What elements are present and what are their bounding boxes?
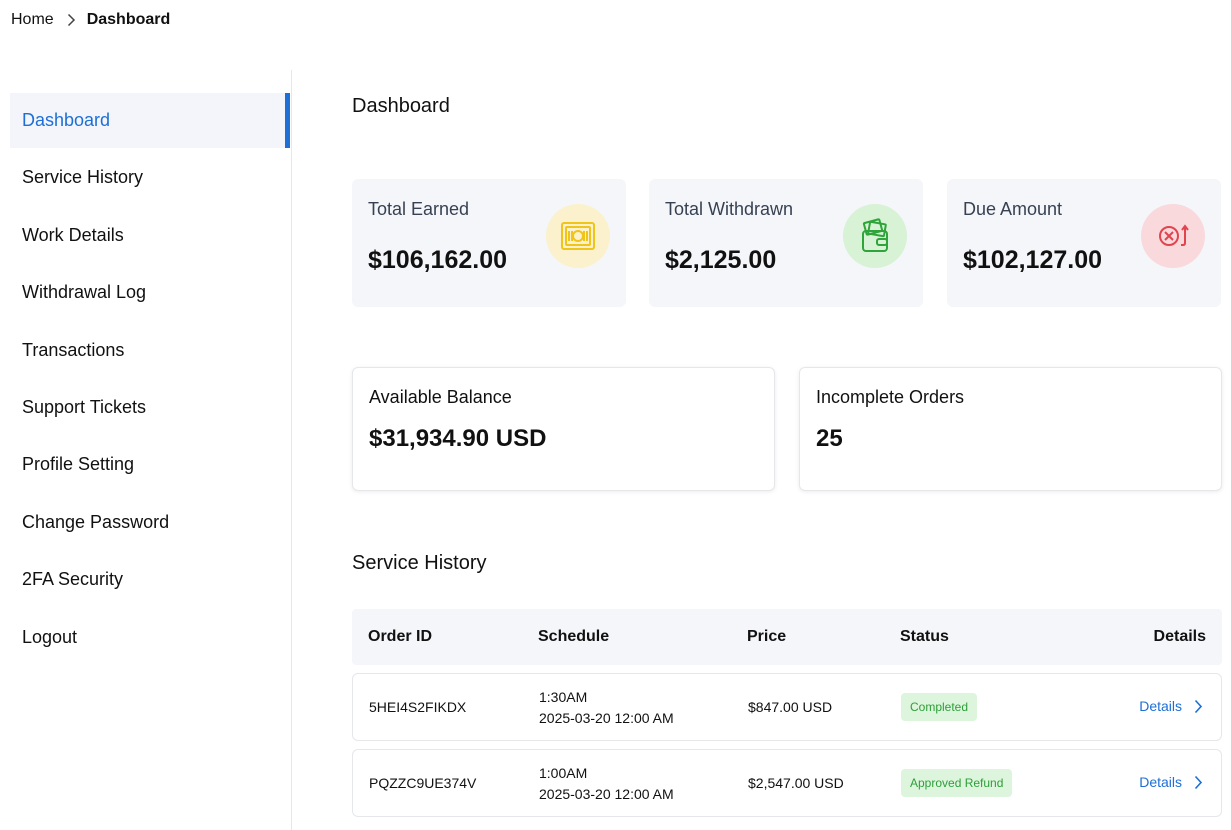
stat-value: $102,127.00 [963,246,1103,274]
column-header-details: Details [1153,628,1206,645]
schedule: 1:30AM 2025-03-20 12:00 AM [539,687,674,729]
schedule-time: 1:00AM [539,765,588,781]
breadcrumb-current: Dashboard [86,11,171,28]
sidebar-item-withdrawal-log[interactable]: Withdrawal Log [10,265,290,320]
service-history-title: Service History [352,552,487,574]
status-badge: Completed [901,693,978,721]
chevron-right-icon [1194,775,1203,790]
details-link[interactable]: Details [1139,774,1203,790]
chevron-right-icon [1194,699,1203,714]
details-label: Details [1139,698,1182,714]
column-header-schedule: Schedule [538,628,610,645]
sidebar-item-transactions[interactable]: Transactions [10,323,290,378]
balance-value: $31,934.90 USD [369,425,547,452]
schedule-date: 2025-03-20 12:00 AM [539,786,674,802]
sidebar-item-change-password[interactable]: Change Password [10,495,290,550]
stat-card-total-earned: Total Earned $106,162.00 [352,179,626,307]
order-id: PQZZC9UE374V [369,775,477,791]
table-header: Order ID Schedule Price Status Details [352,609,1222,665]
stat-label: Due Amount [963,199,1063,219]
stat-card-total-withdrawn: Total Withdrawn $2,125.00 [649,179,923,307]
details-link[interactable]: Details [1139,698,1203,714]
schedule-date: 2025-03-20 12:00 AM [539,710,674,726]
sidebar-item-profile-setting[interactable]: Profile Setting [10,437,290,492]
column-header-price: Price [747,628,787,645]
column-header-status: Status [900,628,949,645]
incomplete-orders-card: Incomplete Orders 25 [799,367,1222,491]
cash-icon [546,204,610,268]
stat-value: $106,162.00 [368,246,508,274]
breadcrumb: Home Dashboard [11,11,170,29]
stat-value: $2,125.00 [665,246,777,274]
wallet-icon [843,204,907,268]
table-row: PQZZC9UE374V 1:00AM 2025-03-20 12:00 AM … [352,749,1222,817]
incomplete-orders-label: Incomplete Orders [816,387,965,407]
stat-label: Total Earned [368,199,470,219]
price: $2,547.00 USD [748,775,844,791]
column-header-order-id: Order ID [368,628,433,645]
sidebar-item-logout[interactable]: Logout [10,610,290,665]
table-row: 5HEI4S2FIKDX 1:30AM 2025-03-20 12:00 AM … [352,673,1222,741]
incomplete-orders-value: 25 [816,425,843,452]
sidebar-item-2fa-security[interactable]: 2FA Security [10,552,290,607]
available-balance-card: Available Balance $31,934.90 USD [352,367,775,491]
status-badge: Approved Refund [901,769,1013,797]
chevron-right-icon [67,13,76,27]
stat-label: Total Withdrawn [665,199,794,219]
schedule-time: 1:30AM [539,689,588,705]
stat-card-due-amount: Due Amount $102,127.00 [947,179,1221,307]
schedule: 1:00AM 2025-03-20 12:00 AM [539,763,674,805]
details-label: Details [1139,774,1182,790]
order-id: 5HEI4S2FIKDX [369,699,467,715]
sidebar-item-service-history[interactable]: Service History [10,150,290,205]
sidebar-item-dashboard[interactable]: Dashboard [10,93,290,148]
sidebar-item-work-details[interactable]: Work Details [10,208,290,263]
due-icon [1141,204,1205,268]
breadcrumb-home-link[interactable]: Home [11,11,54,29]
price: $847.00 USD [748,699,833,715]
sidebar-item-support-tickets[interactable]: Support Tickets [10,380,290,435]
page-title: Dashboard [352,95,450,117]
balance-label: Available Balance [369,387,512,407]
sidebar: Dashboard Service History Work Details W… [0,70,292,830]
